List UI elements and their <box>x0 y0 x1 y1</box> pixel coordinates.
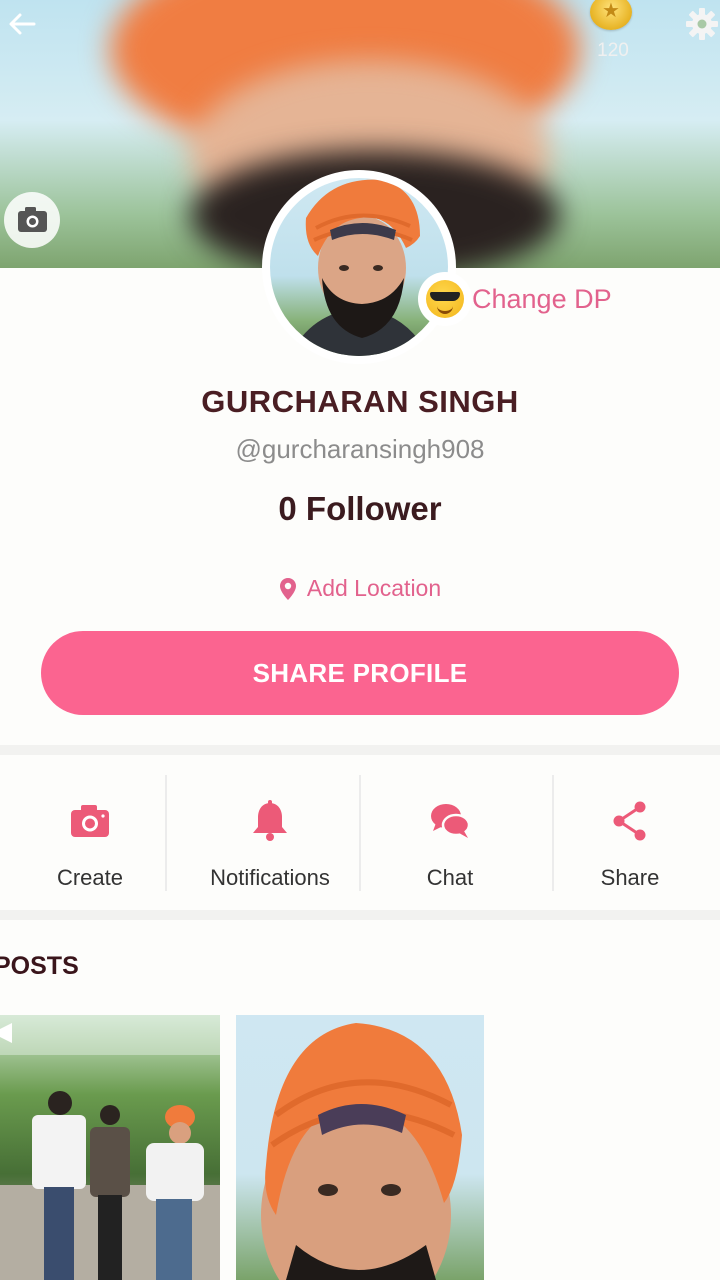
add-location-link[interactable]: Add Location <box>0 575 720 602</box>
profile-name: GURCHARAN SINGH <box>201 384 519 419</box>
share-button[interactable]: Share <box>540 755 720 910</box>
posts-heading: POSTS <box>0 952 79 980</box>
add-location-label: Add Location <box>306 575 442 601</box>
share-icon <box>613 801 646 841</box>
gear-icon[interactable] <box>684 6 720 42</box>
chat-button[interactable]: Chat <box>360 755 540 910</box>
action-bar: Create Notifications Chat Share <box>0 755 720 910</box>
notifications-label: Notifications <box>210 865 330 890</box>
post-thumbnail[interactable] <box>236 1015 484 1280</box>
section-divider <box>0 745 720 755</box>
section-divider <box>0 910 720 920</box>
notifications-button[interactable]: Notifications <box>180 755 360 910</box>
profile-avatar[interactable] <box>262 170 456 364</box>
chat-label: Chat <box>426 865 474 890</box>
create-label: Create <box>56 865 124 890</box>
create-button[interactable]: Create <box>0 755 180 910</box>
bell-icon <box>253 800 287 841</box>
cover-camera-button[interactable] <box>4 192 60 248</box>
change-dp-label: Change DP <box>472 283 612 314</box>
profile-handle: @gurcharansingh908 <box>235 434 485 464</box>
chat-icon <box>431 804 471 838</box>
camera-icon <box>71 805 109 837</box>
coin-count: 120 <box>597 40 629 61</box>
share-label: Share <box>600 865 660 890</box>
post-thumbnail[interactable] <box>0 1015 220 1280</box>
back-arrow-icon[interactable] <box>4 6 40 42</box>
sunglasses-emoji-icon <box>418 272 472 326</box>
camera-icon <box>18 207 47 232</box>
location-pin-icon <box>279 577 296 600</box>
share-profile-button[interactable]: SHARE PROFILE <box>41 631 679 715</box>
change-dp-button[interactable]: Change DP <box>418 270 612 328</box>
avatar-photo <box>270 178 448 356</box>
action-divider <box>165 775 167 891</box>
follower-count[interactable]: 0 Follower <box>0 490 720 528</box>
